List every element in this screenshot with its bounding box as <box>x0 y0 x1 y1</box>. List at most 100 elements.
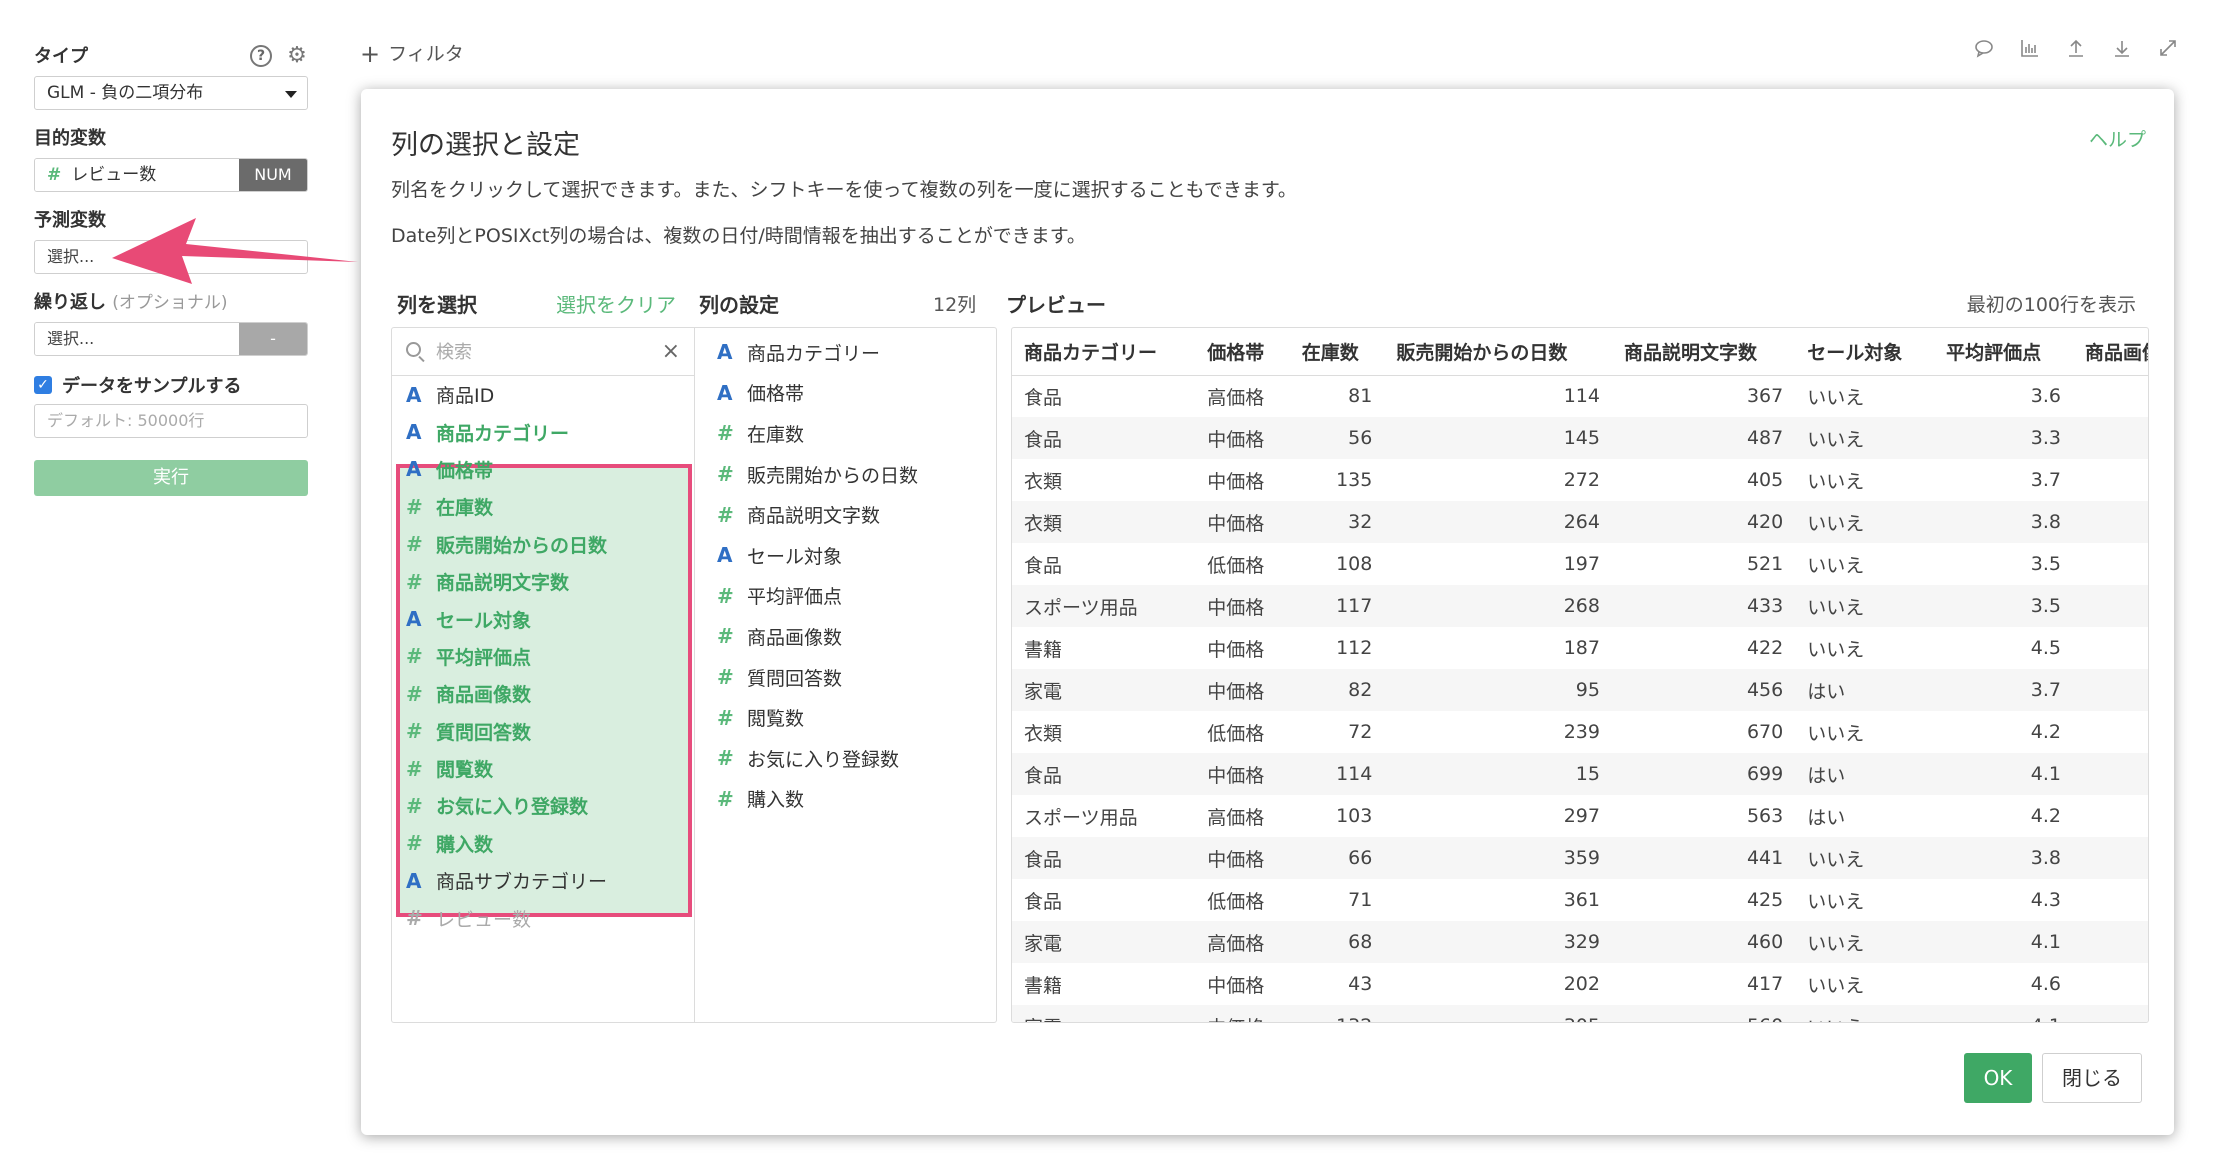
help-icon[interactable]: ? <box>250 45 272 67</box>
column-list-item[interactable]: # 平均評価点 <box>392 638 694 675</box>
column-list-item[interactable]: # レビュー数 <box>392 899 694 936</box>
column-list-item[interactable]: # お気に入り登録数 <box>392 787 694 824</box>
column-list-item[interactable]: A 商品ID <box>392 376 694 413</box>
column-list-item[interactable]: A セール対象 <box>392 600 694 637</box>
column-name: 商品説明文字数 <box>436 572 570 595</box>
gear-icon[interactable]: ⚙ <box>286 45 308 67</box>
ok-button[interactable]: OK <box>1964 1053 2032 1103</box>
table-cell <box>2073 711 2148 753</box>
sample-size-input[interactable]: デフォルト: 50000行 <box>34 404 308 438</box>
table-cell: 487 <box>1611 417 1796 459</box>
column-list-item[interactable]: A 商品カテゴリー <box>392 413 694 450</box>
type-select[interactable]: GLM - 負の二項分布 <box>34 76 308 110</box>
column-name: 平均評価点 <box>436 646 532 669</box>
table-cell: はい <box>1795 669 1935 711</box>
table-cell: 食品 <box>1024 386 1063 409</box>
table-cell: 563 <box>1746 805 1784 827</box>
column-setting-item[interactable]: # 質問回答数 <box>695 657 996 698</box>
column-name: 在庫数 <box>436 497 494 520</box>
sample-checkbox-row[interactable]: ✓ データをサンプルする <box>34 372 308 398</box>
clear-selection-link[interactable]: 選択をクリア <box>556 289 676 318</box>
table-cell: いいえ <box>1807 470 1865 493</box>
preview-table-container[interactable]: 商品カテゴリー 価格帯 在庫数 販売開始からの日数 商品説明文字数 セール対象 平均評価点商… <box>1011 327 2149 1023</box>
column-setting-item[interactable]: # お気に入り登録数 <box>695 738 996 779</box>
repeat-select[interactable]: 選択... - <box>34 322 308 356</box>
download-icon[interactable] <box>2112 38 2132 58</box>
table-cell: 72 <box>1348 721 1373 743</box>
table-cell: 132 <box>1289 1005 1385 1022</box>
table-cell: 4.2 <box>2030 721 2062 743</box>
table-cell: 中価格 <box>1195 669 1290 711</box>
column-setting-item[interactable]: A 商品カテゴリー <box>695 332 996 373</box>
column-list-item[interactable]: # 質問回答数 <box>392 713 694 750</box>
table-cell <box>2073 669 2148 711</box>
column-setting-item[interactable]: # 販売開始からの日数 <box>695 454 996 495</box>
column-setting-item[interactable]: # 閲覧数 <box>695 697 996 738</box>
table-row: 衣類 中価格 32 264 420 いいえ 3.8 <box>1012 501 2148 543</box>
close-button[interactable]: 閉じる <box>2042 1053 2142 1103</box>
help-link[interactable]: ヘルプ <box>2089 125 2146 152</box>
table-cell: 4.1 <box>1934 753 2074 795</box>
table-cell <box>2073 585 2148 627</box>
column-setting-item[interactable]: # 商品説明文字数 <box>695 494 996 535</box>
table-cell: いいえ <box>1795 1005 1935 1022</box>
table-cell: 3.7 <box>1934 669 2074 711</box>
table-cell <box>2073 795 2148 837</box>
table-cell: 114 <box>1563 385 1600 408</box>
column-select-dialog: 列の選択と設定 ヘルプ 列名をクリックして選択できます。また、シフトキーを使って… <box>361 89 2174 1135</box>
close-icon[interactable]: × <box>662 339 680 364</box>
table-cell: 高価格 <box>1207 806 1265 829</box>
preview-row-note: 最初の100行を表示 <box>1966 294 2136 316</box>
repeat-clear-button[interactable]: - <box>239 323 307 355</box>
run-button[interactable]: 実行 <box>34 460 308 496</box>
column-list-item[interactable]: # 購入数 <box>392 825 694 862</box>
column-list-item[interactable]: # 在庫数 <box>392 488 694 525</box>
column-list-item[interactable]: # 販売開始からの日数 <box>392 526 694 563</box>
column-setting-item[interactable]: A 価格帯 <box>695 373 996 414</box>
target-variable-field[interactable]: # レビュー数 NUM <box>34 158 308 192</box>
table-row: 食品 低価格 71 361 425 いいえ 4.3 <box>1012 879 2148 921</box>
text-type-icon: A <box>406 607 422 632</box>
text-type-icon: A <box>406 457 422 482</box>
add-filter-button[interactable]: + フィルタ <box>360 38 464 68</box>
numeric-type-icon: # <box>717 786 734 811</box>
table-cell: 433 <box>1611 585 1796 627</box>
column-setting-item[interactable]: # 商品画像数 <box>695 616 996 657</box>
table-cell: 272 <box>1563 469 1600 491</box>
table-cell: いいえ <box>1807 722 1865 745</box>
column-list-item[interactable]: A 価格帯 <box>392 451 694 488</box>
search-input[interactable] <box>436 338 636 366</box>
table-cell: 中価格 <box>1207 638 1265 661</box>
numeric-type-icon: # <box>406 756 423 781</box>
top-toolbar-icons <box>1974 38 2178 58</box>
table-cell: いいえ <box>1795 921 1935 963</box>
table-cell: はい <box>1795 753 1935 795</box>
table-cell: 4.5 <box>2030 637 2062 659</box>
column-setting-item[interactable]: A セール対象 <box>695 535 996 576</box>
table-cell: 高価格 <box>1207 386 1265 409</box>
upload-icon[interactable] <box>2066 38 2086 58</box>
table-cell: 699 <box>1611 753 1796 795</box>
table-row: 食品 低価格 108 197 521 いいえ 3.5 <box>1012 543 2148 585</box>
table-cell: 3.7 <box>2030 469 2062 491</box>
table-cell: 135 <box>1336 469 1373 491</box>
expand-icon[interactable] <box>2158 38 2178 58</box>
column-setting-item[interactable]: # 在庫数 <box>695 413 996 454</box>
column-list-item[interactable]: # 閲覧数 <box>392 750 694 787</box>
column-list-item[interactable]: # 商品画像数 <box>392 675 694 712</box>
comment-icon[interactable] <box>1974 38 1994 58</box>
checkbox-checked-icon[interactable]: ✓ <box>34 376 52 394</box>
table-cell: 66 <box>1289 837 1385 879</box>
column-name: 商品カテゴリー <box>747 342 881 365</box>
table-cell: 117 <box>1289 585 1385 627</box>
column-setting-item[interactable]: # 購入数 <box>695 779 996 820</box>
table-cell: スポーツ用品 <box>1012 585 1196 627</box>
search-icon <box>406 342 421 357</box>
table-cell: 297 <box>1563 805 1600 827</box>
column-setting-item[interactable]: # 平均評価点 <box>695 576 996 617</box>
column-list-item[interactable]: A 商品サブカテゴリー <box>392 862 694 899</box>
column-list-item[interactable]: # 商品説明文字数 <box>392 563 694 600</box>
chart-icon[interactable] <box>2020 38 2040 58</box>
table-cell: 中価格 <box>1195 837 1290 879</box>
table-row: 食品 中価格 56 145 487 いいえ 3.3 <box>1012 417 2148 459</box>
